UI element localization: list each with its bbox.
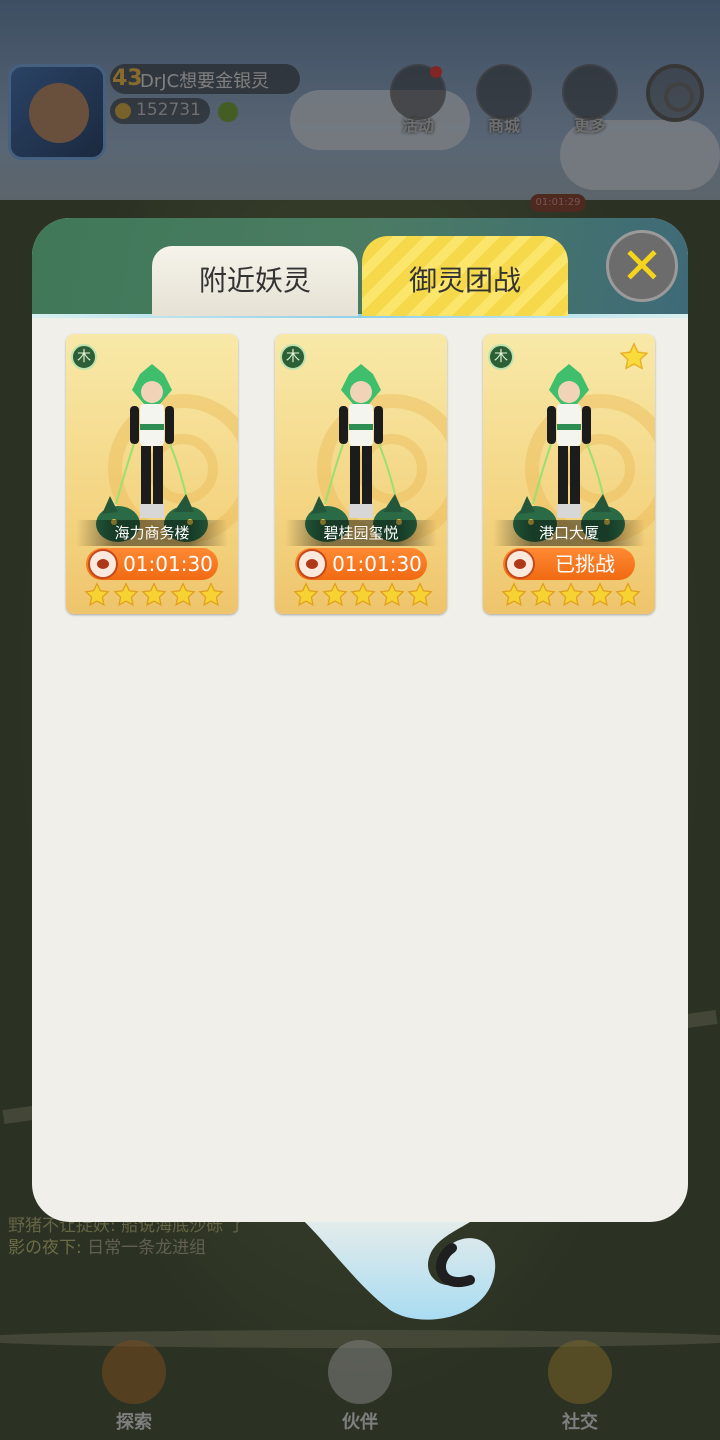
- rating-star-icon: [501, 582, 527, 607]
- boss-face-icon: [88, 549, 118, 579]
- raid-card[interactable]: 木 海力商务楼 01:01:30: [66, 334, 238, 614]
- rating-star-icon: [112, 582, 139, 607]
- raid-card[interactable]: 木 碧桂园玺悦 01:01:30: [275, 334, 447, 614]
- rating-star-icon: [169, 582, 196, 607]
- rating-star-icon: [198, 582, 224, 607]
- rating-star-icon: [615, 582, 641, 607]
- panel-header: [32, 218, 688, 318]
- rating-star-icon: [378, 582, 405, 607]
- boss-face-icon: [297, 549, 327, 579]
- tab-nearby-spirits[interactable]: 附近妖灵: [152, 246, 358, 316]
- boss-face-icon: [505, 549, 535, 579]
- rating-star-icon: [586, 582, 613, 607]
- rating-star-icon: [84, 582, 110, 607]
- close-button[interactable]: ✕: [606, 230, 678, 302]
- card-star-rating: [293, 582, 433, 608]
- card-location-name: 海力商务楼: [76, 520, 228, 546]
- card-status-text: 01:01:30: [123, 552, 213, 576]
- rating-star-icon: [293, 582, 319, 607]
- card-status-pill: 01:01:30: [295, 548, 427, 580]
- card-location-name: 港口大厦: [493, 520, 645, 546]
- rating-star-icon: [407, 582, 433, 607]
- close-x-icon: ✕: [621, 237, 663, 295]
- header-divider: [32, 314, 688, 318]
- card-star-rating: [84, 582, 224, 608]
- card-location-name: 碧桂园玺悦: [285, 520, 437, 546]
- card-status-text: 01:01:30: [332, 552, 422, 576]
- rating-star-icon: [529, 582, 556, 607]
- card-status-text: 已挑战: [555, 552, 615, 576]
- card-status-pill: 01:01:30: [86, 548, 218, 580]
- card-star-rating: [501, 582, 641, 608]
- rating-star-icon: [558, 582, 584, 607]
- rating-star-icon: [350, 582, 376, 607]
- rating-star-icon: [141, 582, 167, 607]
- raid-card[interactable]: 木 港口大厦 已挑战: [483, 334, 655, 614]
- tab-raid-battle[interactable]: 御灵团战: [362, 236, 568, 316]
- card-status-pill: 已挑战: [503, 548, 635, 580]
- rating-star-icon: [321, 582, 348, 607]
